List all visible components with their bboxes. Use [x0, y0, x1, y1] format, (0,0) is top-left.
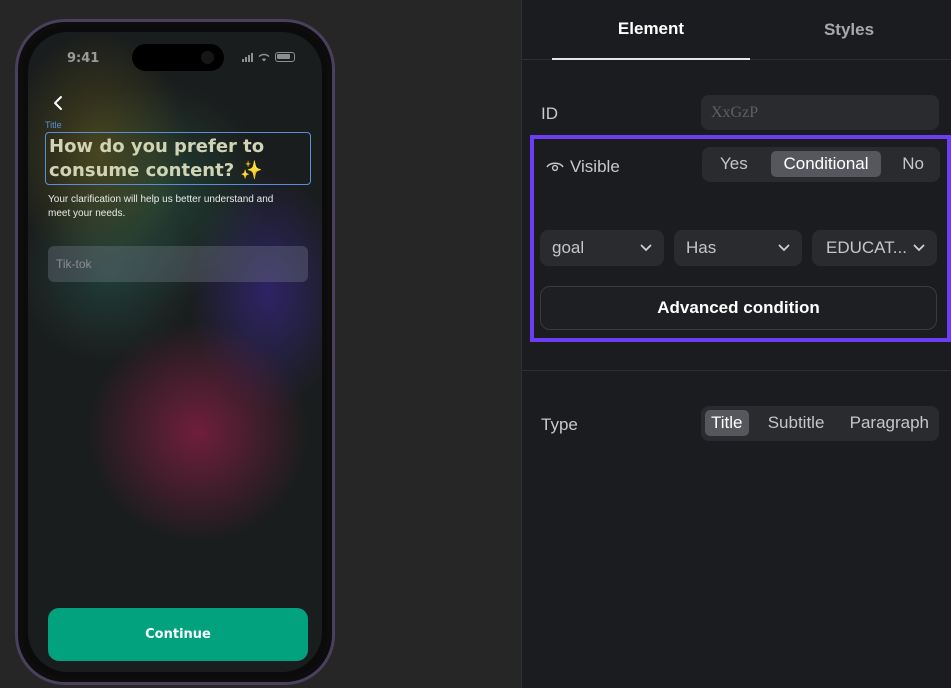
dynamic-island [132, 44, 224, 71]
condition-field-value: goal [552, 238, 585, 257]
panel-tabs: Element Styles [522, 0, 951, 60]
visibility-option-yes[interactable]: Yes [706, 151, 762, 177]
continue-button[interactable]: Continue [48, 608, 308, 661]
id-input[interactable] [701, 95, 939, 130]
visibility-option-no[interactable]: No [890, 151, 936, 177]
condition-value-value: EDUCAT... [826, 238, 907, 257]
tab-element[interactable]: Element [552, 0, 750, 60]
condition-operator-select[interactable]: Has [674, 230, 802, 266]
status-time: 9:41 [67, 51, 100, 66]
camera-icon [201, 51, 214, 64]
visible-label-row: Visible [546, 157, 620, 177]
visibility-section: Visible Yes Conditional No goal Has EDUC… [530, 135, 951, 342]
chevron-down-icon [640, 244, 652, 252]
tab-styles[interactable]: Styles [750, 0, 948, 60]
advanced-condition-button[interactable]: Advanced condition [540, 286, 937, 330]
type-toggle: Title Subtitle Paragraph [701, 406, 939, 441]
condition-field-select[interactable]: goal [540, 230, 664, 266]
eye-icon [546, 162, 564, 172]
status-icons [242, 52, 295, 62]
chevron-down-icon [778, 244, 790, 252]
properties-panel: Element Styles ID Visible Yes Conditiona… [521, 0, 951, 688]
selected-title-element[interactable]: How do you prefer to consume content? ✨ [45, 132, 311, 185]
wifi-icon [258, 53, 270, 62]
answer-input[interactable] [48, 246, 308, 282]
back-chevron-icon[interactable] [50, 94, 68, 112]
id-label: ID [541, 104, 558, 123]
type-option-paragraph[interactable]: Paragraph [844, 410, 935, 436]
visibility-toggle: Yes Conditional No [702, 147, 940, 182]
type-option-title[interactable]: Title [705, 410, 749, 436]
condition-value-select[interactable]: EDUCAT... [812, 230, 937, 266]
screen-title: How do you prefer to consume content? ✨ [49, 136, 265, 181]
type-option-subtitle[interactable]: Subtitle [762, 410, 831, 436]
chevron-down-icon [913, 244, 925, 252]
section-divider [522, 370, 951, 371]
screen-subtitle: Your clarification will help us better u… [48, 194, 274, 219]
condition-operator-value: Has [686, 238, 717, 257]
visible-label: Visible [570, 157, 620, 176]
signal-icon [242, 53, 253, 62]
preview-canvas: 9:41 Title How do you prefer to consume … [0, 0, 521, 688]
title-selection-tag: Title [45, 120, 62, 130]
visibility-option-conditional[interactable]: Conditional [771, 151, 881, 177]
phone-screen: 9:41 Title How do you prefer to consume … [28, 32, 322, 672]
battery-icon [275, 52, 295, 62]
type-label: Type [541, 415, 578, 434]
phone-frame: 9:41 Title How do you prefer to consume … [15, 19, 335, 685]
